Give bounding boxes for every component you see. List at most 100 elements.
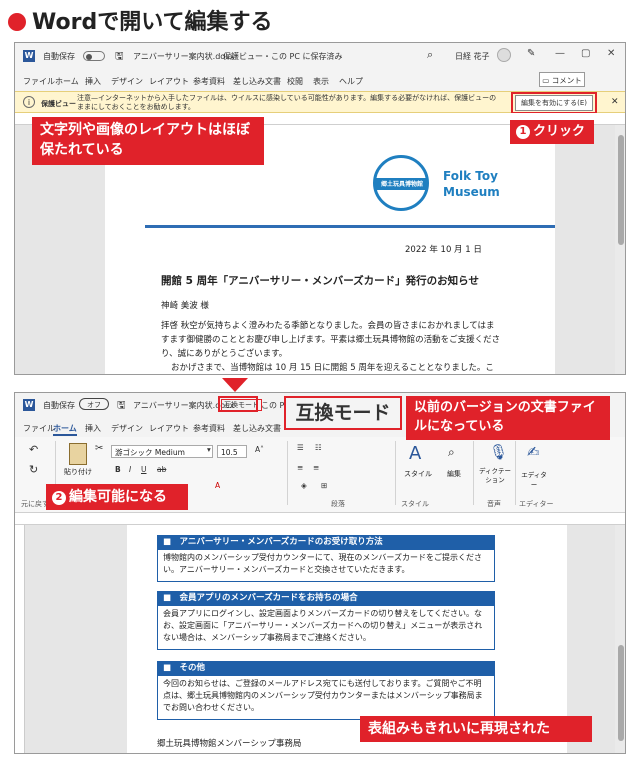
menu-mailings[interactable]: 差し込み文書: [233, 423, 281, 434]
styles-group-label: スタイル: [401, 500, 429, 508]
ribbon-separator: [515, 441, 516, 505]
avatar[interactable]: [497, 48, 511, 62]
section-2-header: ■ 会員アプリのメンバーズカードをお持ちの場合: [157, 591, 495, 606]
enable-editing-highlight: [511, 92, 597, 114]
transition-arrow-icon: [222, 378, 248, 392]
bold-icon[interactable]: B: [115, 465, 121, 474]
menu-file[interactable]: ファイル: [23, 423, 55, 434]
vertical-scrollbar[interactable]: [615, 525, 625, 753]
dictation-button[interactable]: 🎙 ディクテーション: [477, 443, 513, 491]
close-icon[interactable]: ✕: [607, 48, 615, 59]
font-size-select[interactable]: 10.5: [217, 445, 247, 458]
paste-label: 貼り付け: [64, 468, 92, 476]
word-app-icon: W: [23, 399, 35, 411]
scrollbar-thumb[interactable]: [618, 645, 624, 741]
strikethrough-icon[interactable]: ab: [157, 465, 166, 474]
menu-layout[interactable]: レイアウト: [149, 76, 189, 87]
numbering-icon[interactable]: ☷: [315, 443, 322, 452]
window-filename: アニバーサリー案内状.docx: [133, 52, 235, 61]
vertical-ruler[interactable]: [15, 525, 25, 753]
menu-mailings[interactable]: 差し込み文書: [233, 76, 281, 87]
museum-logo: 郷土玩具博物館: [373, 155, 429, 211]
letter-paragraph-1: 拝啓 秋空が気持ちよく澄みわたる季節となりました。会員の皆さまにおかれましてはま…: [161, 321, 501, 359]
save-icon[interactable]: 🖫: [115, 49, 124, 66]
menu-design[interactable]: デザイン: [111, 423, 143, 434]
callout-table-ok: 表組みもきれいに再現された: [360, 716, 592, 742]
align-center-icon[interactable]: ≡: [313, 463, 319, 472]
menu-insert[interactable]: 挿入: [85, 76, 101, 87]
minimize-icon[interactable]: —: [555, 48, 565, 59]
ribbon-separator: [473, 441, 474, 505]
letter-recipient: 神崎 美波 様: [161, 301, 209, 311]
align-left-icon[interactable]: ≡: [297, 463, 303, 472]
section-3-body: 今回のお知らせは、ご登録のメールアドレス宛てにも送付しております。ご質問やご不明…: [157, 676, 495, 720]
menu-view[interactable]: 表示: [313, 76, 329, 87]
search-icon[interactable]: ⌕: [427, 48, 433, 62]
microphone-icon: 🎙: [489, 443, 509, 461]
borders-icon[interactable]: ⊞: [321, 481, 327, 490]
undo-icon[interactable]: ↶: [29, 443, 38, 456]
menu-help[interactable]: ヘルプ: [339, 76, 363, 87]
comment-button[interactable]: ▭ コメント: [539, 72, 585, 87]
pen-icon[interactable]: ✎: [527, 48, 535, 59]
menu-insert[interactable]: 挿入: [85, 423, 101, 434]
cut-icon[interactable]: ✂: [95, 443, 103, 454]
menu-home[interactable]: ホーム: [55, 76, 79, 87]
top-screenshot: W 自動保存 🖫 アニバーサリー案内状.docx 保護ビュー・この PC に保存…: [14, 42, 626, 375]
section-1-header: ■ アニバーサリー・メンバーズカードのお受け取り方法: [157, 535, 495, 550]
horizontal-ruler[interactable]: [15, 513, 625, 525]
callout-layout-kept: 文字列や画像のレイアウトはほぼ保たれている: [32, 117, 264, 165]
underline-icon[interactable]: U: [141, 465, 147, 474]
section-1-body: 博物館内のメンバーシップ受付カウンターにて、現在のメンバーズカードをご提示くださ…: [157, 550, 495, 582]
voice-group-label: 音声: [487, 500, 501, 508]
dictation-label: ディクテーション: [478, 467, 512, 484]
ribbon-separator: [395, 441, 396, 505]
letter-paragraph-2: おかげさまで、当博物館は 10 月 15 日に開館 5 周年を迎えることとなりま…: [171, 363, 494, 373]
view-status[interactable]: 保護ビュー・この PC に保存済み: [223, 51, 343, 62]
museum-name-line2: Museum: [443, 185, 500, 199]
autosave-label: 自動保存: [43, 52, 75, 61]
autosave-toggle[interactable]: オフ: [79, 398, 109, 410]
ribbon-separator: [287, 441, 288, 505]
maximize-icon[interactable]: ▢: [581, 48, 590, 59]
logo-seal-text: 郷土玩具博物館: [380, 181, 423, 188]
editor-group-label: エディター: [519, 500, 554, 508]
letter-title: 開館 5 周年「アニバーサリー・メンバーズカード」発行のお知らせ: [161, 275, 479, 287]
font-name-chevron-icon[interactable]: ▾: [207, 445, 211, 454]
menu-references[interactable]: 参考資料: [193, 76, 225, 87]
menu-layout[interactable]: レイアウト: [149, 423, 189, 434]
menu-references[interactable]: 参考資料: [193, 423, 225, 434]
bullets-icon[interactable]: ☰: [297, 443, 304, 452]
styles-label: スタイル: [404, 470, 432, 478]
close-bar-icon[interactable]: ✕: [611, 97, 619, 107]
editor-icon: ✍: [527, 443, 540, 461]
paste-button[interactable]: 貼り付け: [63, 443, 93, 483]
menu-file[interactable]: ファイル: [23, 76, 55, 87]
section-2-body: 会員アプリにログインし、設定画面よりメンバーズカードの切り替えをしてください。な…: [157, 606, 495, 650]
styles-button[interactable]: A スタイル: [401, 443, 435, 487]
bottom-screenshot: W 自動保存 オフ 🖫 アニバーサリー案内状.docx 互換モード この PC …: [14, 392, 626, 754]
font-color-icon[interactable]: A: [215, 481, 220, 490]
editor-label: エディター: [521, 471, 547, 489]
edit-button[interactable]: ⌕ 編集: [439, 443, 469, 487]
italic-icon[interactable]: I: [129, 465, 131, 474]
callout-click: 1 クリック: [510, 120, 594, 144]
shading-icon[interactable]: ◈: [301, 481, 307, 490]
comment-icon: ▭: [542, 76, 550, 85]
save-icon[interactable]: 🖫: [117, 398, 126, 415]
compat-mode-highlight: [218, 396, 258, 412]
menu-design[interactable]: デザイン: [111, 76, 143, 87]
menu-home[interactable]: ホーム: [53, 423, 77, 436]
autosave-toggle[interactable]: [83, 51, 105, 61]
redo-icon[interactable]: ↻: [29, 463, 38, 476]
font-name-select[interactable]: 游ゴシック Medium: [111, 445, 213, 458]
editor-button[interactable]: ✍ エディター: [519, 443, 549, 489]
find-icon: ⌕: [448, 445, 455, 459]
grow-font-icon[interactable]: A˄: [255, 445, 264, 454]
protected-label: 保護ビュー: [41, 100, 76, 108]
menu-review[interactable]: 校閲: [287, 76, 303, 87]
callout-editable: 2 編集可能になる: [46, 484, 188, 510]
callout-compat-mode: 互換モード: [284, 396, 402, 430]
scrollbar-thumb[interactable]: [618, 135, 624, 245]
vertical-scrollbar[interactable]: [615, 125, 625, 374]
